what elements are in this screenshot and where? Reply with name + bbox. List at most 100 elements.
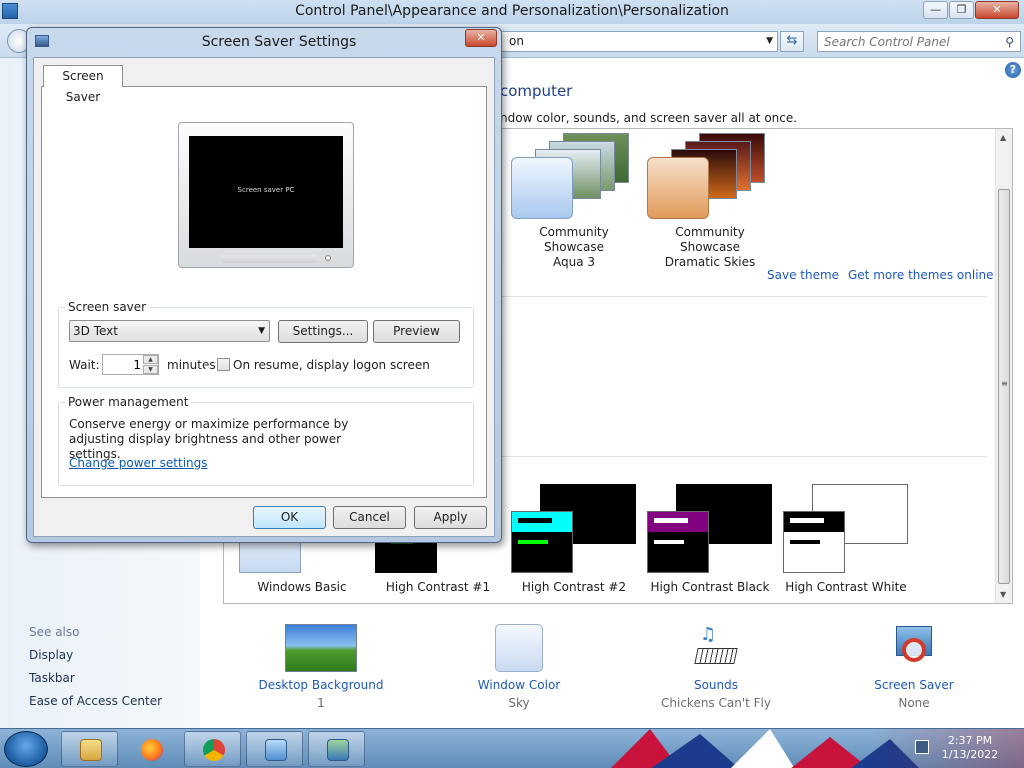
chevron-down-icon[interactable]: ▼: [766, 32, 773, 51]
theme-color-swatch: [511, 157, 573, 219]
power-management-group: Power management Conserve energy or maxi…: [58, 395, 474, 486]
scroll-up-arrow[interactable]: ▲: [1000, 133, 1006, 142]
desktop-background-item[interactable]: Desktop Background 1: [256, 624, 386, 710]
dialog-title: Screen Saver Settings: [201, 34, 357, 50]
taskbar: 2:37 PM 1/13/2022: [0, 728, 1024, 768]
theme-high-contrast-white[interactable]: [783, 511, 845, 573]
stepper-down-icon[interactable]: ▼: [143, 365, 158, 374]
taskbar-firefox[interactable]: [122, 731, 179, 767]
hcw-bar: [790, 518, 824, 523]
divider: [499, 456, 987, 457]
apply-button[interactable]: Apply: [414, 506, 487, 529]
hcw-bar: [790, 540, 820, 544]
cancel-button[interactable]: Cancel: [333, 506, 406, 529]
address-bar[interactable]: on ▼: [496, 31, 778, 52]
screen-saver-dialog: Screen Saver Settings ✕ Screen Saver Scr…: [26, 27, 502, 543]
maximize-button[interactable]: ❐: [949, 1, 974, 19]
search-input[interactable]: [824, 34, 994, 49]
desktop-background-value: 1: [317, 696, 325, 710]
wait-minutes-input[interactable]: [105, 357, 141, 372]
ok-button[interactable]: OK: [253, 506, 326, 529]
sounds-item[interactable]: ♫ Sounds Chickens Can't Fly: [656, 624, 776, 710]
hcb-bar: [654, 518, 688, 523]
minimize-button[interactable]: —: [923, 1, 948, 19]
sounds-icon: ♫: [692, 624, 740, 672]
desktop-background-icon: [285, 624, 357, 672]
monitor-base: [221, 255, 317, 263]
tab-screen-saver[interactable]: Screen Saver: [43, 65, 123, 104]
screen-saver-app-icon: [327, 739, 349, 761]
theme-name: Community Showcase: [675, 225, 745, 254]
search-box[interactable]: ⚲: [817, 31, 1021, 52]
network-icon[interactable]: [915, 740, 929, 754]
change-power-settings-link[interactable]: Change power settings: [69, 456, 208, 470]
dialog-close-button[interactable]: ✕: [465, 29, 497, 47]
clock-date: 1/13/2022: [941, 748, 999, 761]
theme-subname: Dramatic Skies: [664, 255, 756, 269]
hcb-bar: [654, 540, 684, 544]
chrome-icon: [203, 739, 225, 761]
desktop-background-label: Desktop Background: [258, 678, 384, 692]
theme-high-contrast-black-label: High Contrast Black: [650, 580, 770, 594]
help-icon[interactable]: ?: [1005, 62, 1021, 78]
refresh-icon[interactable]: ⇆: [780, 31, 804, 52]
logon-screen-label[interactable]: On resume, display logon screen: [233, 358, 430, 372]
control-panel-icon: [265, 739, 287, 761]
theme-high-contrast-1-label: High Contrast #1: [385, 580, 491, 594]
music-note-glyph: ♫: [700, 624, 717, 645]
theme-dramatic-skies[interactable]: [647, 133, 767, 219]
hc2-bar: [518, 518, 552, 523]
keyboard-shape: [694, 648, 738, 664]
scroll-down-arrow[interactable]: ▼: [1000, 590, 1006, 599]
address-text: on: [509, 34, 524, 48]
settings-button[interactable]: Settings...: [278, 320, 368, 343]
window-title: Control Panel\Appearance and Personaliza…: [295, 3, 729, 19]
wait-stepper[interactable]: ▲ ▼: [102, 354, 159, 375]
file-explorer-icon: [80, 739, 102, 761]
no-symbol-shape: [902, 638, 926, 662]
see-also-taskbar-link[interactable]: Taskbar: [29, 671, 75, 685]
logon-screen-checkbox[interactable]: [217, 358, 230, 371]
see-also-display-link[interactable]: Display: [29, 648, 73, 662]
taskbar-file-explorer[interactable]: [61, 731, 118, 767]
save-theme-link[interactable]: Save theme: [767, 268, 839, 282]
taskbar-chrome[interactable]: [184, 731, 241, 767]
taskbar-screen-saver[interactable]: [308, 731, 365, 767]
theme-aqua-3[interactable]: [511, 133, 631, 219]
chevron-down-icon: ▼: [258, 326, 265, 336]
theme-high-contrast-2[interactable]: [511, 511, 573, 573]
sounds-value: Chickens Can't Fly: [661, 696, 771, 710]
start-button[interactable]: [4, 731, 48, 767]
theme-high-contrast-black[interactable]: [647, 511, 709, 573]
window-color-label: Window Color: [477, 678, 561, 692]
window-color-value: Sky: [508, 696, 530, 710]
theme-color-swatch: [647, 157, 709, 219]
page-subheading: ndow color, sounds, and screen saver all…: [500, 111, 798, 125]
clock-time: 2:37 PM: [947, 734, 993, 747]
tab-pane: Screen saver PC Screen saver 3D Text ▼ S…: [41, 86, 487, 498]
preview-button[interactable]: Preview: [373, 320, 460, 343]
window-color-icon: [495, 624, 543, 672]
hc2-bar: [518, 540, 548, 544]
screen-saver-value: None: [898, 696, 930, 710]
window-color-item[interactable]: Window Color Sky: [469, 624, 569, 710]
theme-high-contrast-white-label: High Contrast White: [785, 580, 907, 594]
close-button[interactable]: ✕: [975, 1, 1019, 19]
screen-saver-group: Screen saver 3D Text ▼ Settings... Previ…: [58, 300, 474, 388]
title-bar: Control Panel\Appearance and Personaliza…: [0, 0, 1024, 24]
clock[interactable]: 2:37 PM 1/13/2022: [930, 734, 1010, 762]
screen-saver-select[interactable]: 3D Text ▼: [69, 320, 270, 342]
screen-saver-item[interactable]: Screen Saver None: [864, 624, 964, 710]
taskbar-control-panel[interactable]: [246, 731, 303, 767]
search-icon[interactable]: ⚲: [1005, 35, 1014, 49]
theme-high-contrast-2-label: High Contrast #2: [521, 580, 627, 594]
see-also-ease-of-access-link[interactable]: Ease of Access Center: [29, 694, 162, 708]
screen-saver-group-title: Screen saver: [65, 300, 150, 314]
stepper-up-icon[interactable]: ▲: [143, 355, 158, 364]
preview-monitor: Screen saver PC: [178, 122, 354, 268]
divider: [499, 296, 987, 297]
screen-saver-icon: [890, 624, 938, 672]
theme-list-scrollbar[interactable]: ▲ ≡ ▼: [995, 129, 1012, 603]
theme-windows-basic-label: Windows Basic: [257, 580, 347, 594]
get-more-themes-link[interactable]: Get more themes online: [848, 268, 994, 282]
